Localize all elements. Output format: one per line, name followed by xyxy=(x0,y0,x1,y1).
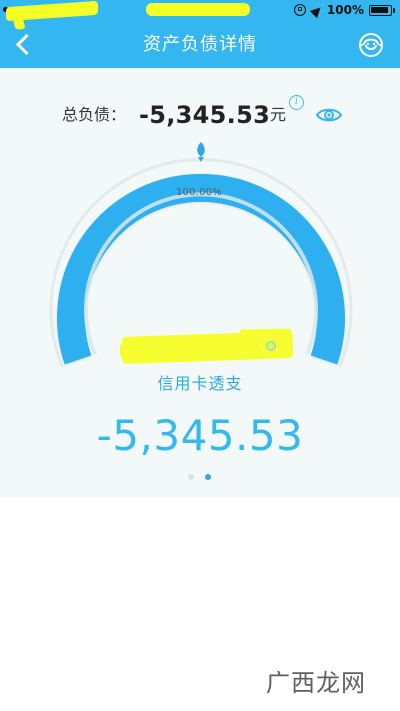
currency-unit: 元 xyxy=(270,105,287,124)
debt-category-amount: -5,345.53 xyxy=(96,411,304,460)
status-bar-right: 100% xyxy=(293,3,395,17)
customer-service-icon xyxy=(359,33,383,57)
gauge-end-marker-icon xyxy=(266,341,276,351)
carrier-redaction xyxy=(6,0,98,22)
page-indicator-dot[interactable] xyxy=(188,474,194,480)
status-bar: 100% xyxy=(0,0,400,22)
gauge-percentage: 100.00% xyxy=(176,187,222,198)
customer-service-button[interactable] xyxy=(357,31,386,60)
eye-icon xyxy=(315,108,343,122)
time-redaction xyxy=(146,3,250,16)
top-app-bar: 100% 资产负债详情 xyxy=(0,0,400,68)
battery-percentage: 100% xyxy=(326,3,364,17)
asset-liability-detail-screen: 100% 资产负债详情 总负债： -5,345.53 元 i 100.00% 信… xyxy=(0,0,400,711)
info-icon[interactable]: i xyxy=(289,95,304,110)
page-indicator-dot-active[interactable] xyxy=(205,474,211,480)
watermark: 广西龙网 xyxy=(266,669,366,697)
page-title: 资产负债详情 xyxy=(143,34,257,55)
battery-icon xyxy=(369,4,395,16)
orientation-lock-icon xyxy=(293,4,306,16)
total-liability-amount: -5,345.53 xyxy=(139,101,271,129)
toggle-amount-visibility-button[interactable] xyxy=(314,105,344,125)
page-indicator[interactable] xyxy=(188,474,212,482)
debt-category-label: 信用卡透支 xyxy=(157,374,243,393)
gauge-pointer-icon xyxy=(197,142,205,157)
location-icon xyxy=(311,5,322,16)
total-liability-label: 总负债： xyxy=(62,105,127,124)
